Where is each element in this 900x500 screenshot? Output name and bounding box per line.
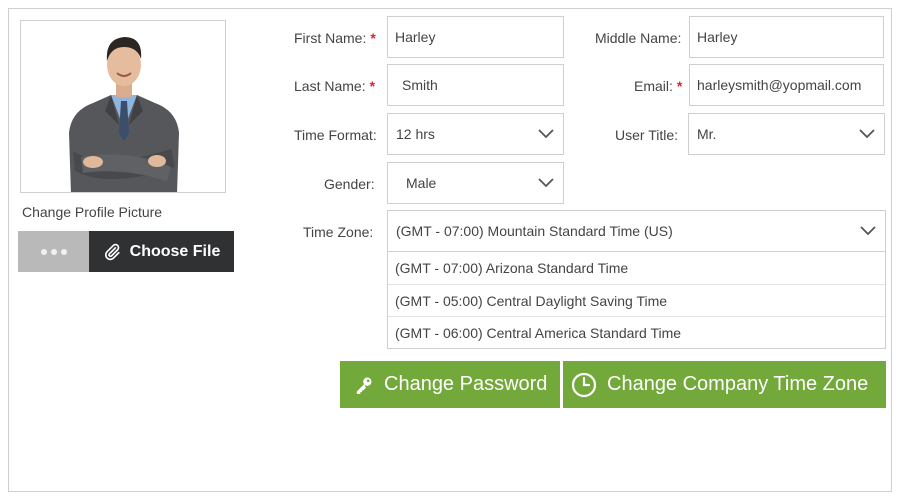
dot-icon bbox=[60, 248, 67, 255]
required-marker: * bbox=[676, 78, 683, 94]
time-zone-label: Time Zone: bbox=[303, 224, 374, 240]
time-zone-value: (GMT - 07:00) Mountain Standard Time (US… bbox=[396, 223, 673, 239]
last-name-label: Last Name: * bbox=[294, 78, 375, 94]
email-input[interactable] bbox=[689, 64, 884, 106]
clock-icon bbox=[571, 372, 597, 397]
time-zone-option[interactable]: (GMT - 07:00) Arizona Standard Time bbox=[388, 252, 885, 284]
chevron-down-icon bbox=[859, 222, 877, 240]
change-company-time-zone-label: Change Company Time Zone bbox=[607, 373, 869, 395]
time-zone-select[interactable]: (GMT - 07:00) Mountain Standard Time (US… bbox=[387, 210, 886, 252]
email-label: Email: * bbox=[634, 78, 682, 94]
dot-icon bbox=[50, 248, 57, 255]
first-name-label-text: First Name: bbox=[294, 30, 367, 46]
choose-file-button[interactable]: Choose File bbox=[89, 231, 234, 272]
change-password-button[interactable]: Change Password bbox=[340, 361, 560, 408]
gender-select[interactable]: Male bbox=[387, 162, 564, 204]
gender-label: Gender: bbox=[324, 176, 375, 192]
time-zone-option[interactable]: (GMT - 06:00) Central America Standard T… bbox=[388, 316, 885, 348]
change-company-time-zone-button[interactable]: Change Company Time Zone bbox=[563, 361, 886, 408]
first-name-input[interactable] bbox=[387, 16, 564, 58]
file-browse-button[interactable] bbox=[18, 231, 89, 272]
time-zone-option[interactable]: (GMT - 05:00) Central Daylight Saving Ti… bbox=[388, 284, 885, 316]
user-title-select[interactable]: Mr. bbox=[688, 113, 885, 155]
change-password-label: Change Password bbox=[384, 373, 548, 395]
chevron-down-icon bbox=[537, 174, 555, 192]
change-profile-picture-label: Change Profile Picture bbox=[22, 204, 163, 220]
paperclip-icon bbox=[104, 243, 120, 260]
dot-icon bbox=[40, 248, 47, 255]
avatar-person-illustration bbox=[69, 37, 179, 192]
chevron-down-icon bbox=[858, 125, 876, 143]
required-marker: * bbox=[369, 78, 376, 94]
gender-value: Male bbox=[406, 175, 437, 191]
time-zone-options-list: (GMT - 07:00) Arizona Standard Time (GMT… bbox=[387, 252, 886, 349]
user-title-label: User Title: bbox=[615, 127, 679, 143]
first-name-label: First Name: * bbox=[294, 30, 376, 46]
required-marker: * bbox=[370, 30, 376, 46]
file-upload-control: Choose File bbox=[18, 231, 234, 272]
key-icon bbox=[356, 377, 372, 394]
last-name-input[interactable] bbox=[387, 64, 564, 106]
time-format-value: 12 hrs bbox=[396, 126, 435, 142]
chevron-down-icon bbox=[537, 125, 555, 143]
email-label-text: Email: bbox=[634, 78, 673, 94]
time-format-select[interactable]: 12 hrs bbox=[387, 113, 564, 155]
middle-name-input[interactable] bbox=[689, 16, 884, 58]
user-title-value: Mr. bbox=[697, 126, 717, 142]
last-name-label-text: Last Name: bbox=[294, 78, 366, 94]
middle-name-label: Middle Name: bbox=[595, 30, 682, 46]
choose-file-label: Choose File bbox=[129, 242, 221, 260]
profile-picture bbox=[20, 20, 226, 193]
time-format-label: Time Format: bbox=[294, 127, 377, 143]
